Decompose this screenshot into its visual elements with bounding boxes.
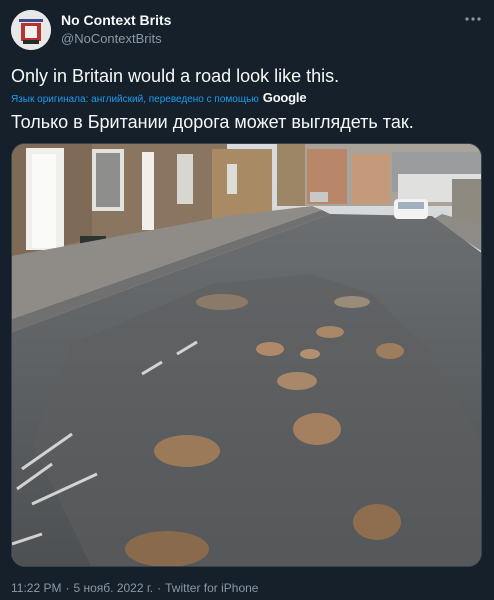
tweet-time[interactable]: 11:22 PM: [11, 581, 61, 595]
tweet-photo[interactable]: [11, 143, 482, 567]
tweet-metadata: 11:22 PM · 5 нояб. 2022 г. · Twitter for…: [11, 581, 258, 595]
tweet-card: No Context Brits @NoContextBrits Only in…: [0, 0, 494, 600]
meta-separator: ·: [65, 581, 70, 595]
tweet-date[interactable]: 5 нояб. 2022 г.: [73, 581, 153, 595]
google-logo: Google: [262, 90, 307, 105]
author-display-name[interactable]: No Context Brits: [61, 12, 171, 28]
avatar-image: [11, 10, 51, 50]
tweet-text: Only in Britain would a road look like t…: [11, 66, 340, 86]
meta-separator: ·: [157, 581, 162, 595]
translated-tweet-text: Только в Британии дорога может выглядеть…: [11, 112, 414, 132]
tweet-source[interactable]: Twitter for iPhone: [165, 581, 258, 595]
more-options-button[interactable]: [462, 8, 484, 30]
road-photo-illustration: [12, 144, 481, 566]
translation-attribution: Язык оригинала: английский, переведено с…: [11, 90, 307, 105]
translation-note-link[interactable]: Язык оригинала: английский, переведено с…: [11, 94, 259, 105]
author-avatar[interactable]: [11, 10, 51, 50]
author-handle[interactable]: @NoContextBrits: [61, 31, 162, 46]
more-horizontal-icon: [465, 17, 481, 21]
